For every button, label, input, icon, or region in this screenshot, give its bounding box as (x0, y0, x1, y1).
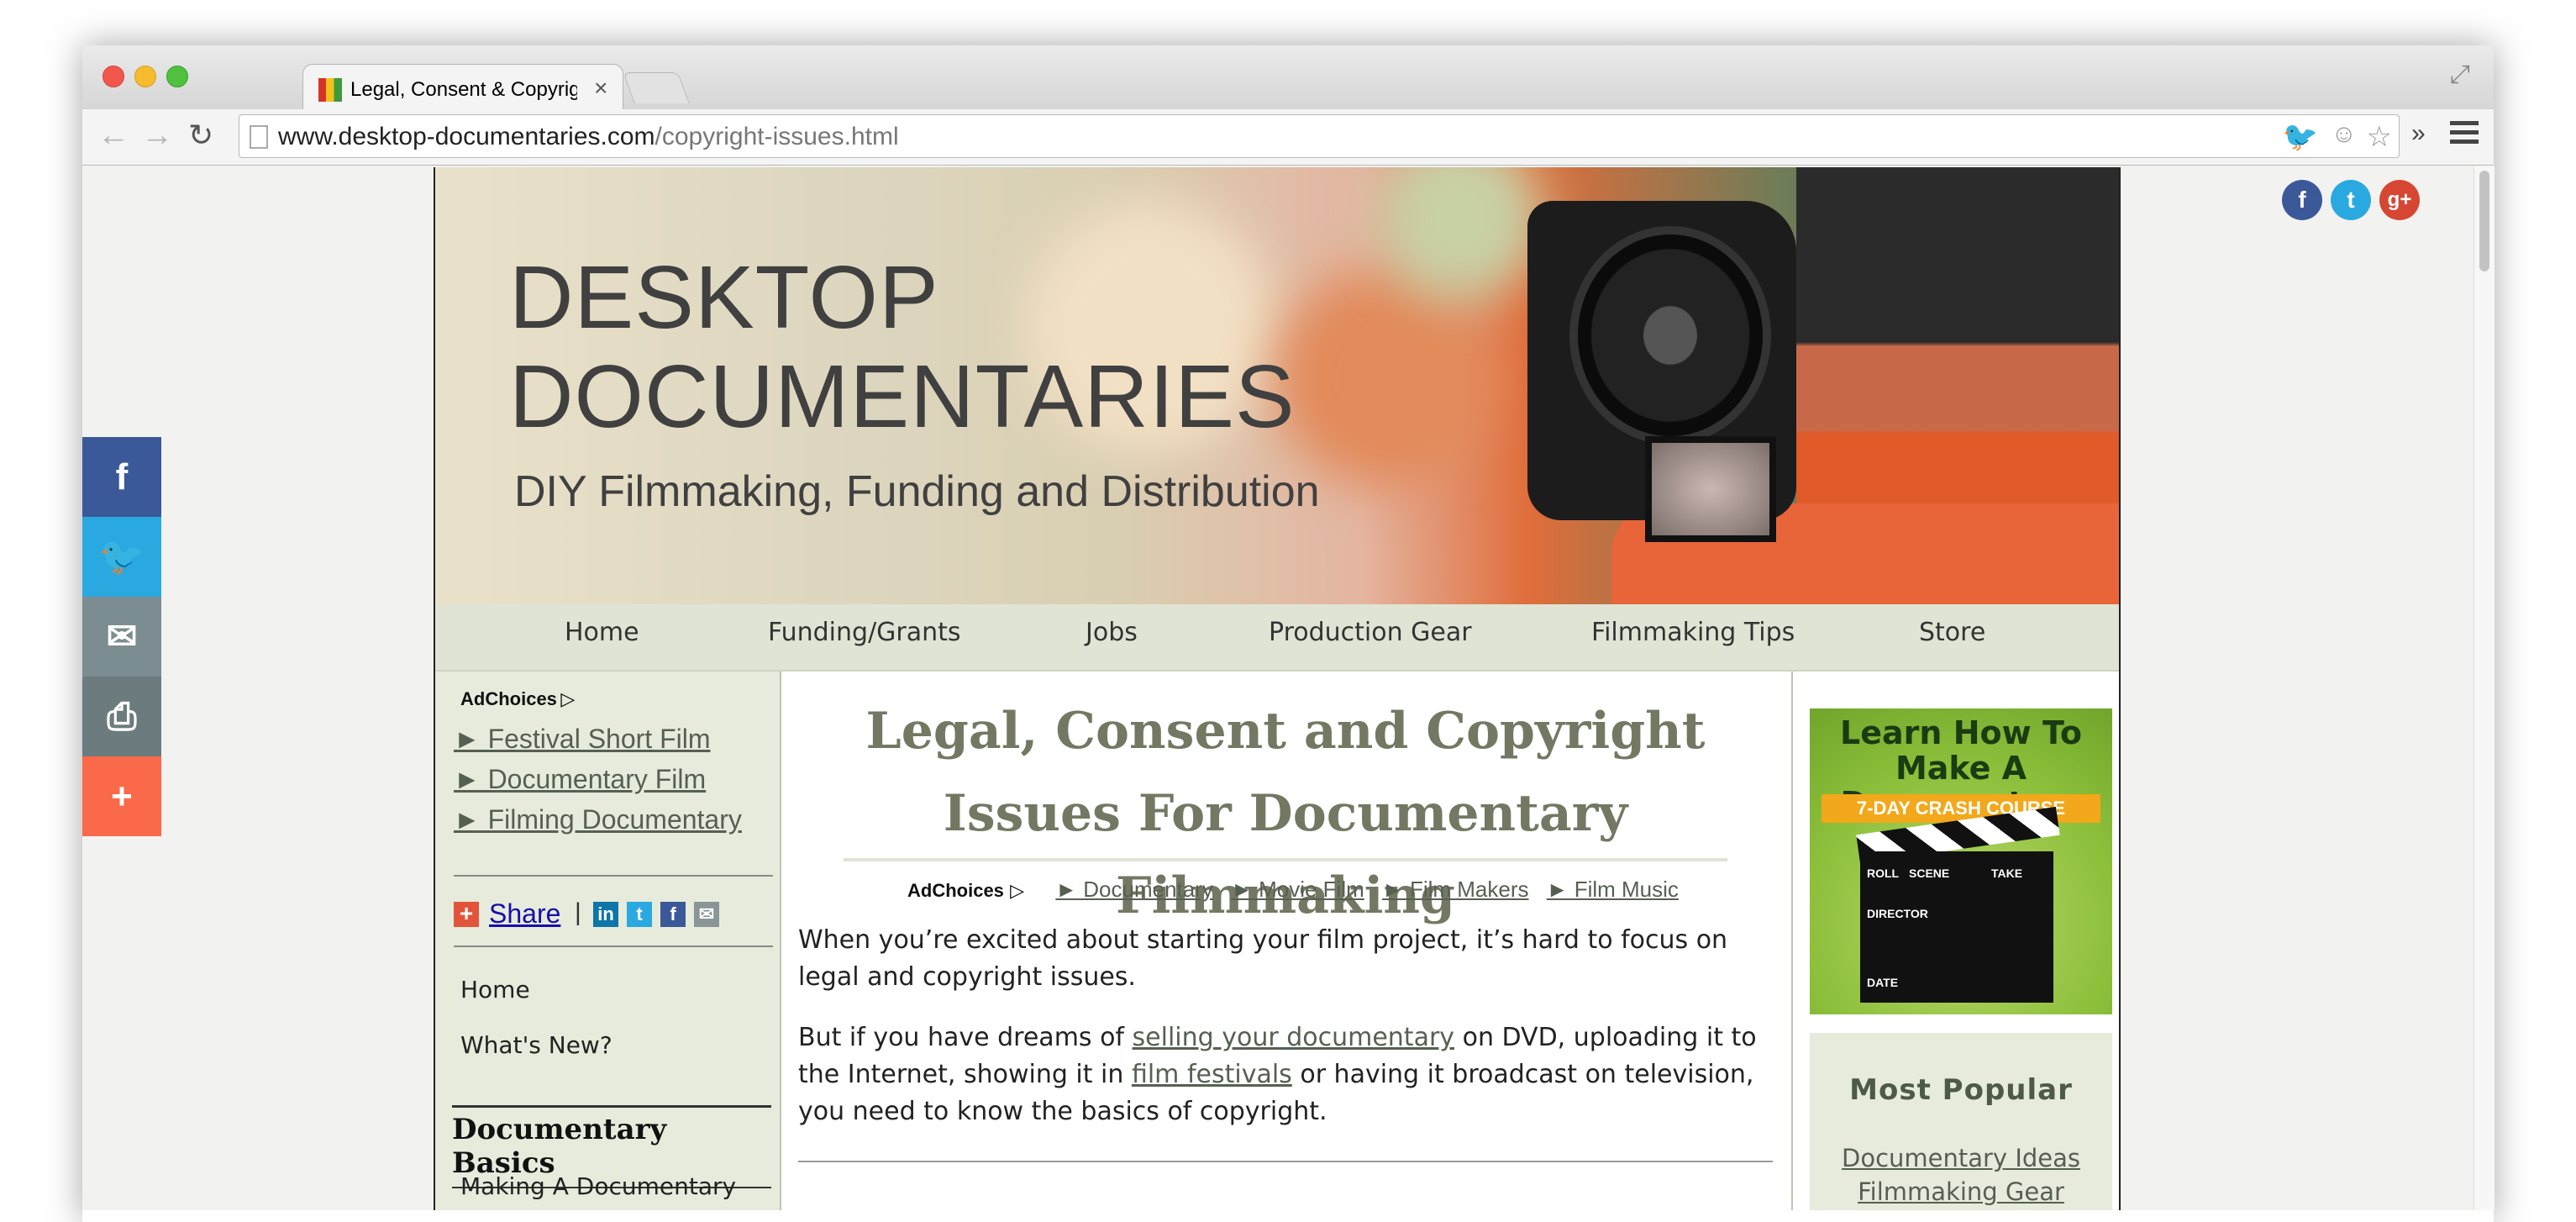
facebook-icon[interactable]: f (660, 902, 686, 927)
clap-label: DATE (1867, 976, 1899, 989)
new-tab-button[interactable] (623, 72, 690, 103)
reload-icon[interactable]: ↻ (188, 118, 213, 153)
right-sidebar: Learn How To Make A Documentary 7-DAY CR… (1791, 672, 2119, 1210)
sidebar-link-home[interactable]: Home (460, 976, 530, 1003)
reddit-extension-icon[interactable]: ☺ (2331, 120, 2357, 149)
facebook-icon[interactable]: f (82, 437, 161, 517)
floating-share-bar: f 🐦 ✉ ⎙ + (82, 437, 161, 836)
site-logo[interactable]: DESKTOP DOCUMENTARIES (509, 248, 1296, 446)
sidebar-divider (454, 875, 773, 877)
twitter-icon[interactable]: t (627, 902, 652, 927)
ad-links-row: AdChoices ▷ ► Documentary ► Movie Film ►… (907, 877, 1690, 903)
adchoices-icon: ▷ (1010, 880, 1025, 901)
fullscreen-icon[interactable]: ⤢ (2450, 61, 2470, 89)
nav-filmmaking-tips[interactable]: Filmmaking Tips (1591, 618, 1795, 647)
paragraph-text: But if you have dreams of (798, 1023, 1133, 1052)
selling-your-documentary-link[interactable]: selling your documentary (1133, 1023, 1455, 1052)
nav-jobs[interactable]: Jobs (1086, 618, 1138, 647)
site-favicon-icon (318, 78, 342, 102)
adchoices-label[interactable]: AdChoices ▷ (460, 688, 575, 710)
nav-production-gear[interactable]: Production Gear (1269, 618, 1472, 647)
nav-funding-grants[interactable]: Funding/Grants (768, 618, 961, 647)
crash-course-banner[interactable]: Learn How To Make A Documentary 7-DAY CR… (1810, 708, 2112, 1014)
ad-link[interactable]: ► Festival Short Film (454, 724, 711, 755)
close-window-button[interactable] (103, 66, 124, 87)
google-plus-icon[interactable]: g+ (2379, 180, 2420, 220)
address-bar[interactable]: www.desktop-documentaries.com/copyright-… (239, 114, 2400, 158)
browser-menu-icon[interactable] (2450, 121, 2479, 149)
popular-link[interactable]: Filmmaking Gear (1810, 1177, 2112, 1206)
plus-icon[interactable]: + (82, 756, 161, 836)
clap-label: DIRECTOR (1867, 907, 1928, 920)
adchoices-text[interactable]: AdChoices (907, 880, 1004, 901)
nav-store[interactable]: Store (1919, 618, 1985, 647)
ad-link[interactable]: ► Film Makers (1382, 877, 1529, 902)
page-icon (250, 125, 268, 149)
adchoices-icon: ▷ (560, 688, 576, 709)
share-separator: | (575, 898, 581, 926)
url-path: /copyright-issues.html (655, 123, 899, 150)
clap-label: SCENE (1909, 866, 1950, 880)
nav-home[interactable]: Home (565, 618, 639, 647)
content-divider (798, 1161, 1773, 1162)
promo-ribbon: 7-DAY CRASH COURSE (1822, 794, 2100, 823)
ad-link[interactable]: ► Filming Documentary (454, 804, 742, 835)
url-text[interactable]: www.desktop-documentaries.com/copyright-… (278, 123, 899, 151)
sidebar-link-making-a-documentary[interactable]: Making A Documentary (460, 1172, 736, 1200)
clap-label: TAKE (1991, 866, 2023, 880)
logo-line-1: DESKTOP (509, 248, 939, 347)
ad-link[interactable]: ► Documentary Film (454, 764, 706, 795)
share-plus-icon[interactable]: + (454, 902, 479, 927)
vertical-scrollbar[interactable] (2473, 166, 2495, 1210)
tab-close-icon[interactable]: × (594, 75, 607, 102)
sidebar-divider (454, 945, 773, 947)
title-bar: Legal, Consent & Copyrigh × ⤢ (82, 45, 2494, 112)
main-content: Legal, Consent and Copyright Issues For … (781, 672, 1790, 1210)
scrollbar-thumb[interactable] (2479, 171, 2489, 271)
email-icon[interactable]: ✉ (82, 597, 161, 677)
intro-paragraph: When you’re excited about starting your … (798, 925, 1728, 992)
zoom-window-button[interactable] (166, 66, 188, 87)
tab-title: Legal, Consent & Copyrigh (350, 78, 577, 101)
browser-toolbar: ← → ↻ www.desktop-documentaries.com/copy… (82, 109, 2494, 166)
camera-screen-image (1645, 436, 1776, 542)
ad-link[interactable]: ► Documentary (1055, 877, 1213, 902)
film-festivals-link[interactable]: film festivals (1132, 1060, 1292, 1089)
url-host: www.desktop-documentaries.com (278, 123, 655, 150)
adchoices-text: AdChoices (460, 688, 557, 709)
main-nav: Home Funding/Grants Jobs Production Gear… (435, 604, 2119, 672)
back-icon[interactable]: ← (97, 118, 129, 154)
print-icon[interactable]: ⎙ (82, 677, 161, 756)
ad-link[interactable]: ► Film Music (1547, 877, 1679, 902)
title-rule (844, 858, 1727, 861)
copyright-paragraph: But if you have dreams of selling your d… (798, 1019, 1773, 1130)
minimize-window-button[interactable] (134, 66, 156, 87)
bookmark-star-icon[interactable]: ☆ (2367, 120, 2392, 154)
share-link[interactable]: Share (489, 898, 560, 930)
twitter-extension-icon[interactable]: 🐦 (2283, 120, 2318, 154)
most-popular-box: Most Popular Documentary Ideas Filmmakin… (1810, 1033, 2112, 1210)
browser-tab[interactable]: Legal, Consent & Copyrigh × (302, 64, 623, 112)
page-viewport: DESKTOP DOCUMENTARIES DIY Filmmaking, Fun… (82, 166, 2473, 1210)
forward-icon[interactable]: → (141, 118, 173, 154)
logo-line-2: DOCUMENTARIES (509, 347, 1296, 446)
extensions-overflow-icon[interactable]: » (2411, 119, 2426, 148)
camera-lens-image (1569, 226, 1771, 445)
sidebar-link-whats-new[interactable]: What's New? (460, 1031, 612, 1059)
twitter-icon[interactable]: t (2331, 180, 2371, 220)
email-icon[interactable]: ✉ (694, 902, 719, 927)
ad-link[interactable]: ► Movie Film (1231, 877, 1364, 902)
clap-label: ROLL (1867, 866, 1900, 880)
twitter-icon[interactable]: 🐦 (82, 517, 161, 597)
most-popular-title: Most Popular (1849, 1073, 2073, 1107)
left-sidebar: AdChoices ▷ ► Festival Short Film ► Docu… (435, 672, 781, 1210)
site-header: DESKTOP DOCUMENTARIES DIY Filmmaking, Fun… (435, 167, 2119, 604)
clapperboard-icon: ROLL SCENE TAKE DIRECTOR DATE (1860, 851, 2053, 1003)
linkedin-icon[interactable]: in (593, 902, 618, 927)
site-container: DESKTOP DOCUMENTARIES DIY Filmmaking, Fun… (434, 167, 2121, 1210)
site-tagline: DIY Filmmaking, Funding and Distribution (514, 467, 1320, 516)
facebook-icon[interactable]: f (2282, 180, 2322, 220)
popular-link[interactable]: Documentary Ideas (1810, 1144, 2112, 1172)
